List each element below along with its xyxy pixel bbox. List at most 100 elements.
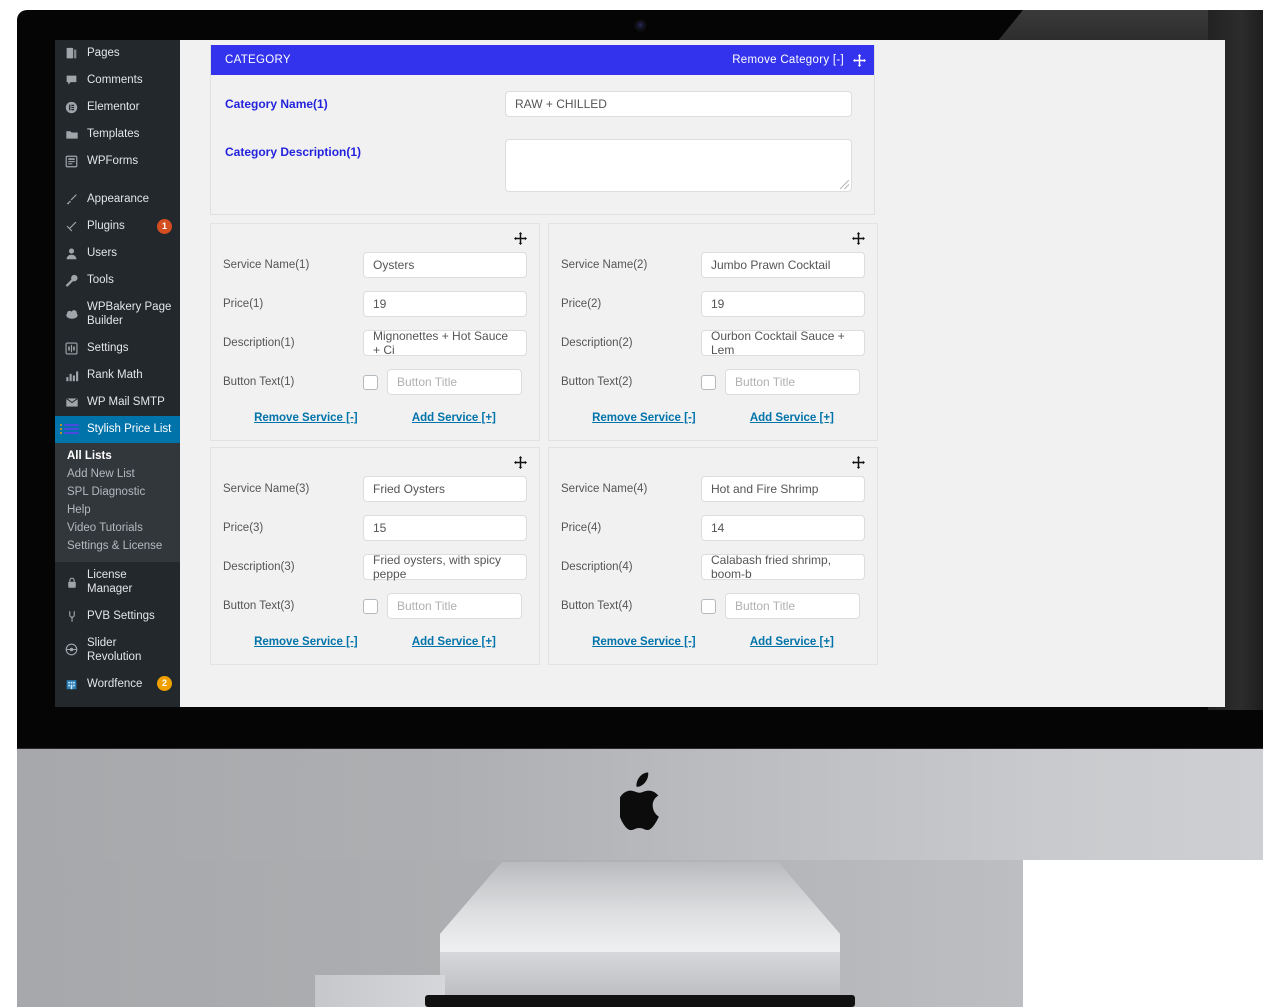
service-name-input[interactable]: Oysters — [363, 252, 527, 278]
sidebar-item-stylish-price-list[interactable]: Stylish Price List — [55, 415, 180, 443]
sidebar-item-rank-math[interactable]: Rank Math — [55, 362, 180, 389]
sidebar-item-comments[interactable]: Comments — [55, 67, 180, 94]
service-price-input[interactable]: 15 — [363, 515, 527, 541]
sidebar-item-settings-license[interactable]: Settings & License — [55, 537, 180, 555]
service-description-row: Description(2) Ourbon Cocktail Sauce + L… — [561, 329, 865, 357]
service-description-label: Description(1) — [223, 337, 295, 349]
add-service-button[interactable]: Add Service [+] — [412, 412, 496, 424]
service-description-label: Description(3) — [223, 561, 295, 573]
service-description-label: Description(4) — [561, 561, 633, 573]
sidebar-item-pages[interactable]: Pages — [55, 40, 180, 67]
sidebar-item-wp-mail-smtp[interactable]: WP Mail SMTP — [55, 389, 180, 416]
service-description-row: Description(4) Calabash fried shrimp, bo… — [561, 553, 865, 581]
add-service-button[interactable]: Add Service [+] — [750, 412, 834, 424]
service-actions: Remove Service [-] Add Service [+] — [223, 636, 527, 648]
remove-service-button[interactable]: Remove Service [-] — [254, 636, 358, 648]
remove-service-button[interactable]: Remove Service [-] — [592, 412, 696, 424]
sidebar-item-label: Rank Math — [87, 369, 143, 382]
service-price-label: Price(3) — [223, 522, 264, 534]
sidebar-item-license-manager[interactable]: License Manager — [55, 562, 180, 603]
add-service-button[interactable]: Add Service [+] — [412, 636, 496, 648]
category-description-textarea[interactable] — [505, 139, 852, 192]
service-button-label: Button Text(3) — [223, 600, 295, 612]
category-name-input[interactable]: RAW + CHILLED — [505, 91, 852, 117]
service-button-title-input[interactable]: Button Title — [387, 593, 522, 619]
service-button-row: Button Text(1) Button Title — [223, 369, 527, 395]
service-price-input[interactable]: 14 — [701, 515, 865, 541]
service-name-label: Service Name(4) — [561, 483, 648, 495]
sidebar-item-elementor[interactable]: Elementor — [55, 94, 180, 121]
service-name-input[interactable]: Fried Oysters — [363, 476, 527, 502]
sidebar-item-wordfence[interactable]: Wordfence 2 — [55, 670, 180, 697]
service-description-input[interactable]: Calabash fried shrimp, boom-b — [701, 553, 865, 581]
service-description-input[interactable]: Mignonettes + Hot Sauce + Ci — [363, 329, 527, 357]
sidebar-item-all-lists[interactable]: All Lists — [55, 447, 180, 465]
sidebar-item-add-new-list[interactable]: Add New List — [55, 465, 180, 483]
service-name-row: Service Name(1) Oysters — [223, 252, 527, 278]
service-button-checkbox[interactable] — [701, 374, 716, 390]
sidebar-item-video-tutorials[interactable]: Video Tutorials — [55, 519, 180, 537]
sidebar-item-spl-diagnostic[interactable]: SPL Diagnostic — [55, 483, 180, 501]
sidebar-item-label: Stylish Price List — [87, 423, 172, 436]
service-button-title-input[interactable]: Button Title — [725, 369, 860, 395]
service-button-label: Button Text(4) — [561, 600, 633, 612]
service-description-input[interactable]: Ourbon Cocktail Sauce + Lem — [701, 329, 865, 357]
sidebar-item-templates[interactable]: Templates — [55, 121, 180, 148]
sidebar-item-label: Plugins — [87, 220, 125, 233]
service-panel: Service Name(1) Oysters Price(1) 19 Desc… — [210, 223, 540, 441]
category-body: Category Name(1) RAW + CHILLED Category … — [211, 75, 874, 214]
service-name-input[interactable]: Hot and Fire Shrimp — [701, 476, 865, 502]
sidebar-item-pvb-settings[interactable]: PVB Settings — [55, 603, 180, 630]
move-handle-icon[interactable] — [853, 53, 866, 67]
service-button-checkbox[interactable] — [363, 374, 378, 390]
remove-service-button[interactable]: Remove Service [-] — [592, 636, 696, 648]
wp-admin-sidebar: Pages Comments Elementor Templates WPFor… — [55, 40, 180, 707]
sidebar-item-label: WPForms — [87, 155, 139, 168]
service-price-input[interactable]: 19 — [363, 291, 527, 317]
move-handle-icon[interactable] — [852, 232, 865, 245]
remove-category-button[interactable]: Remove Category [-] — [732, 54, 844, 66]
service-price-row: Price(2) 19 — [561, 291, 865, 317]
service-price-input[interactable]: 19 — [701, 291, 865, 317]
service-button-row: Button Text(4) Button Title — [561, 593, 865, 619]
sidebar-item-wpforms[interactable]: WPForms — [55, 148, 180, 175]
sidebar-item-appearance[interactable]: Appearance — [55, 186, 180, 213]
service-name-row: Service Name(3) Fried Oysters — [223, 476, 527, 502]
sidebar-item-slider-revolution[interactable]: Slider Revolution — [55, 630, 180, 671]
folder-icon — [64, 127, 79, 142]
sidebar-item-help[interactable]: Help — [55, 501, 180, 519]
service-panel: Service Name(3) Fried Oysters Price(3) 1… — [210, 447, 540, 665]
service-button-title-input[interactable]: Button Title — [725, 593, 860, 619]
sidebar-item-label: WP Mail SMTP — [87, 396, 165, 409]
sidebar-item-settings[interactable]: Settings — [55, 335, 180, 362]
move-handle-icon[interactable] — [514, 456, 527, 469]
move-handle-icon[interactable] — [514, 232, 527, 245]
service-button-checkbox[interactable] — [701, 598, 716, 614]
sidebar-item-plugins[interactable]: Plugins 1 — [55, 213, 180, 240]
sidebar-item-wpbakery-page-builder[interactable]: WPBakery Page Builder — [55, 294, 180, 335]
mail-icon — [64, 395, 79, 410]
add-service-button[interactable]: Add Service [+] — [750, 636, 834, 648]
sidebar-item-label: Templates — [87, 128, 140, 141]
service-price-row: Price(4) 14 — [561, 515, 865, 541]
move-handle-icon[interactable] — [852, 456, 865, 469]
service-button-label: Button Text(2) — [561, 376, 633, 388]
sidebar-item-users[interactable]: Users — [55, 240, 180, 267]
wordfence-badge: 2 — [157, 676, 172, 692]
sidebar-item-label: PVB Settings — [87, 609, 155, 622]
wpforms-icon — [64, 154, 79, 169]
service-price-row: Price(1) 19 — [223, 291, 527, 317]
service-actions: Remove Service [-] Add Service [+] — [561, 412, 865, 424]
plug-icon — [64, 219, 79, 234]
service-price-label: Price(4) — [561, 522, 602, 534]
remove-service-button[interactable]: Remove Service [-] — [254, 412, 358, 424]
service-name-input[interactable]: Jumbo Prawn Cocktail — [701, 252, 865, 278]
category-name-row: Category Name(1) RAW + CHILLED — [225, 91, 852, 117]
sidebar-item-label: Wordfence — [87, 677, 143, 690]
wordfence-icon — [64, 676, 79, 691]
sidebar-item-tools[interactable]: Tools — [55, 267, 180, 294]
service-name-label: Service Name(2) — [561, 259, 648, 271]
service-button-title-input[interactable]: Button Title — [387, 369, 522, 395]
service-description-input[interactable]: Fried oysters, with spicy peppe — [363, 553, 527, 581]
service-button-checkbox[interactable] — [363, 598, 378, 614]
